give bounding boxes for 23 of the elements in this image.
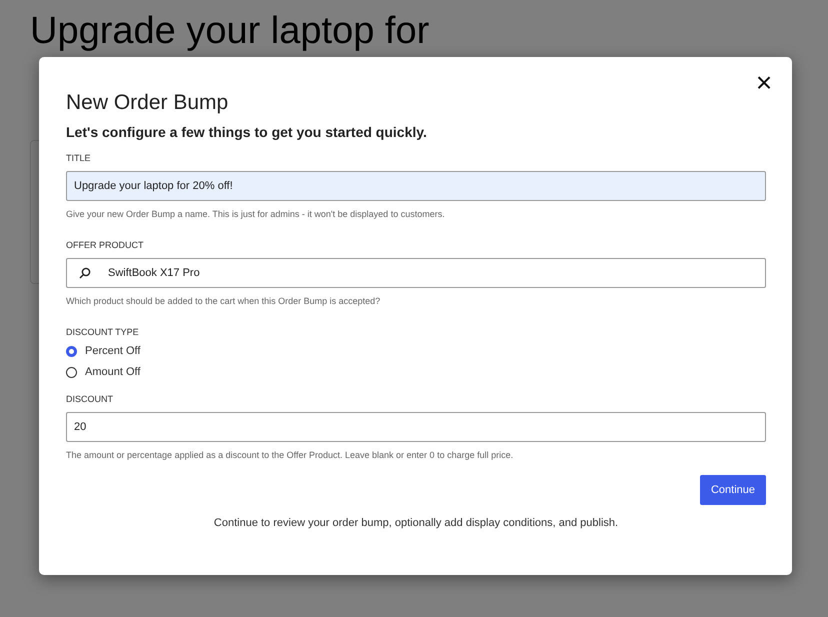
input-field[interactable]: 20 <box>66 412 766 442</box>
dialog-subtitle: Let's configure a few things to get you started quickly. <box>66 124 428 140</box>
radio-option[interactable]: Amount Off <box>66 366 766 378</box>
help-text: Which product should be added to the cart when this Order Bump is accepted? <box>66 296 382 306</box>
help-text: Give your new Order Bump a name. This is just for admins - it won't be displayed to customers. <box>66 209 446 219</box>
footer-note: Continue to review your order bump, optionally add display conditions, and publish. <box>212 517 620 529</box>
field-label: DISCOUNT TYPE <box>66 327 140 337</box>
radio-button[interactable] <box>66 366 77 378</box>
continue-button[interactable]: Continue <box>700 475 766 505</box>
radio-option[interactable]: Percent Off <box>66 345 766 357</box>
page-heading: Upgrade your laptop for <box>30 9 430 54</box>
dialog-title: New Order Bump <box>66 91 230 115</box>
field-label: TITLE <box>66 153 92 163</box>
help-text: The amount or percentage applied as a discount to the Offer Product. Leave blank or enter 0 to charge full price. <box>66 450 514 460</box>
search-field[interactable]: SwiftBook X17 Pro <box>66 258 766 288</box>
search-icon <box>79 267 91 279</box>
radio-button[interactable] <box>66 346 77 356</box>
radio-label: Amount Off <box>85 366 140 378</box>
radio-label: Percent Off <box>85 345 140 357</box>
input-field[interactable]: Upgrade your laptop for 20% off! <box>66 171 766 201</box>
close-button[interactable]: × <box>750 69 778 97</box>
field-label: OFFER PRODUCT <box>66 240 144 250</box>
field-label: DISCOUNT <box>66 394 114 404</box>
